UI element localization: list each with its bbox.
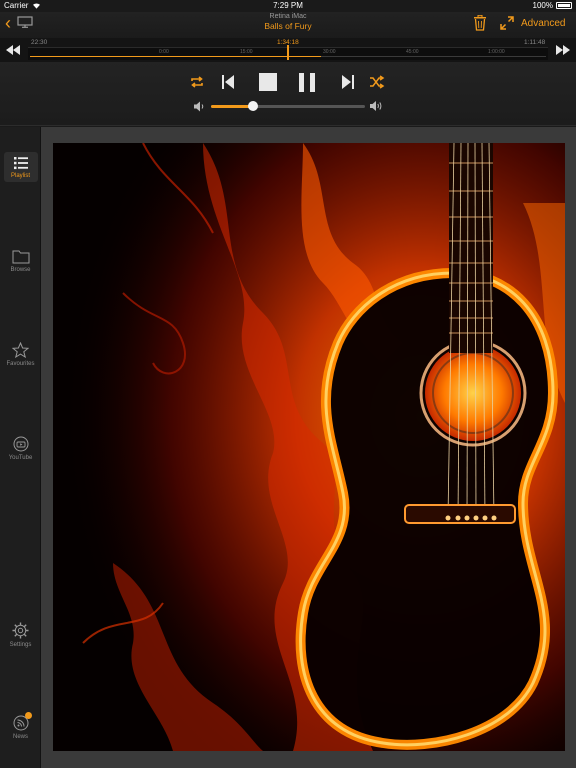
- youtube-icon: [13, 436, 28, 452]
- status-time: 7:29 PM: [273, 1, 303, 10]
- folder-icon: [12, 250, 29, 264]
- sidebar-item-label: Browse: [10, 267, 31, 273]
- sidebar-item-label: Playlist: [10, 173, 30, 179]
- album-artwork: [53, 143, 565, 751]
- pause-icon[interactable]: [298, 73, 316, 92]
- gear-icon: [12, 622, 29, 639]
- volume-high-icon: [370, 101, 382, 111]
- seek-progress: [30, 56, 322, 57]
- total-time: 1:11:48: [524, 39, 546, 46]
- device-name: Retina iMac: [269, 13, 307, 20]
- tick-label: 30:00: [323, 49, 336, 55]
- trash-icon[interactable]: [473, 15, 487, 31]
- tick-label: 45:00: [406, 49, 419, 55]
- volume-knob[interactable]: [247, 101, 258, 111]
- tick-label: 15:00: [240, 49, 253, 55]
- star-icon: [12, 342, 29, 358]
- repeat-icon[interactable]: [189, 75, 205, 89]
- sidebar-item-playlist[interactable]: Playlist: [0, 152, 41, 182]
- timeline: 22:30 1:34:18 1:11:48 0:00 15:00 30:00 4…: [0, 38, 576, 62]
- flaming-guitar-image: [53, 143, 565, 751]
- sidebar-item-browse[interactable]: Browse: [0, 249, 41, 273]
- header-bar: ‹ Retina iMac Balls of Fury Advanced: [0, 12, 576, 38]
- sidebar-item-label: Favourites: [6, 361, 35, 367]
- battery-icon: [556, 2, 572, 9]
- sidebar-item-youtube[interactable]: YouTube: [0, 436, 41, 461]
- previous-icon[interactable]: [221, 74, 235, 90]
- notification-badge: [25, 712, 32, 719]
- shuffle-icon[interactable]: [369, 75, 385, 89]
- sidebar-item-label: News: [12, 734, 28, 740]
- expand-icon[interactable]: [500, 16, 514, 30]
- fast-forward-icon[interactable]: [555, 44, 571, 56]
- volume-slider[interactable]: [211, 101, 365, 111]
- playhead[interactable]: [287, 45, 289, 60]
- sidebar-item-label: Settings: [9, 642, 32, 648]
- stop-icon[interactable]: [259, 73, 277, 91]
- song-title: Balls of Fury: [264, 21, 312, 31]
- sidebar: Playlist Browse Favourites YouTube Setti…: [0, 127, 41, 768]
- tick-label: 1:00:00: [488, 49, 505, 55]
- now-playing-title: Retina iMac Balls of Fury: [0, 13, 576, 31]
- status-bar: Carrier 7:29 PM 100%: [0, 0, 576, 12]
- sidebar-item-settings[interactable]: Settings: [0, 622, 41, 648]
- battery-percent: 100%: [532, 1, 553, 10]
- sidebar-item-news[interactable]: News: [0, 712, 41, 740]
- tick-label: 0:00: [159, 49, 169, 55]
- volume-low-icon: [194, 101, 204, 112]
- playback-controls: [0, 62, 576, 126]
- volume-fill: [211, 105, 253, 108]
- elapsed-time: 22:30: [31, 39, 48, 46]
- playlist-icon: [13, 157, 28, 170]
- rewind-icon[interactable]: [5, 44, 21, 56]
- sidebar-item-label: YouTube: [8, 455, 33, 461]
- sidebar-item-favourites[interactable]: Favourites: [0, 342, 41, 367]
- advanced-button[interactable]: Advanced: [521, 18, 565, 29]
- next-icon[interactable]: [341, 74, 355, 90]
